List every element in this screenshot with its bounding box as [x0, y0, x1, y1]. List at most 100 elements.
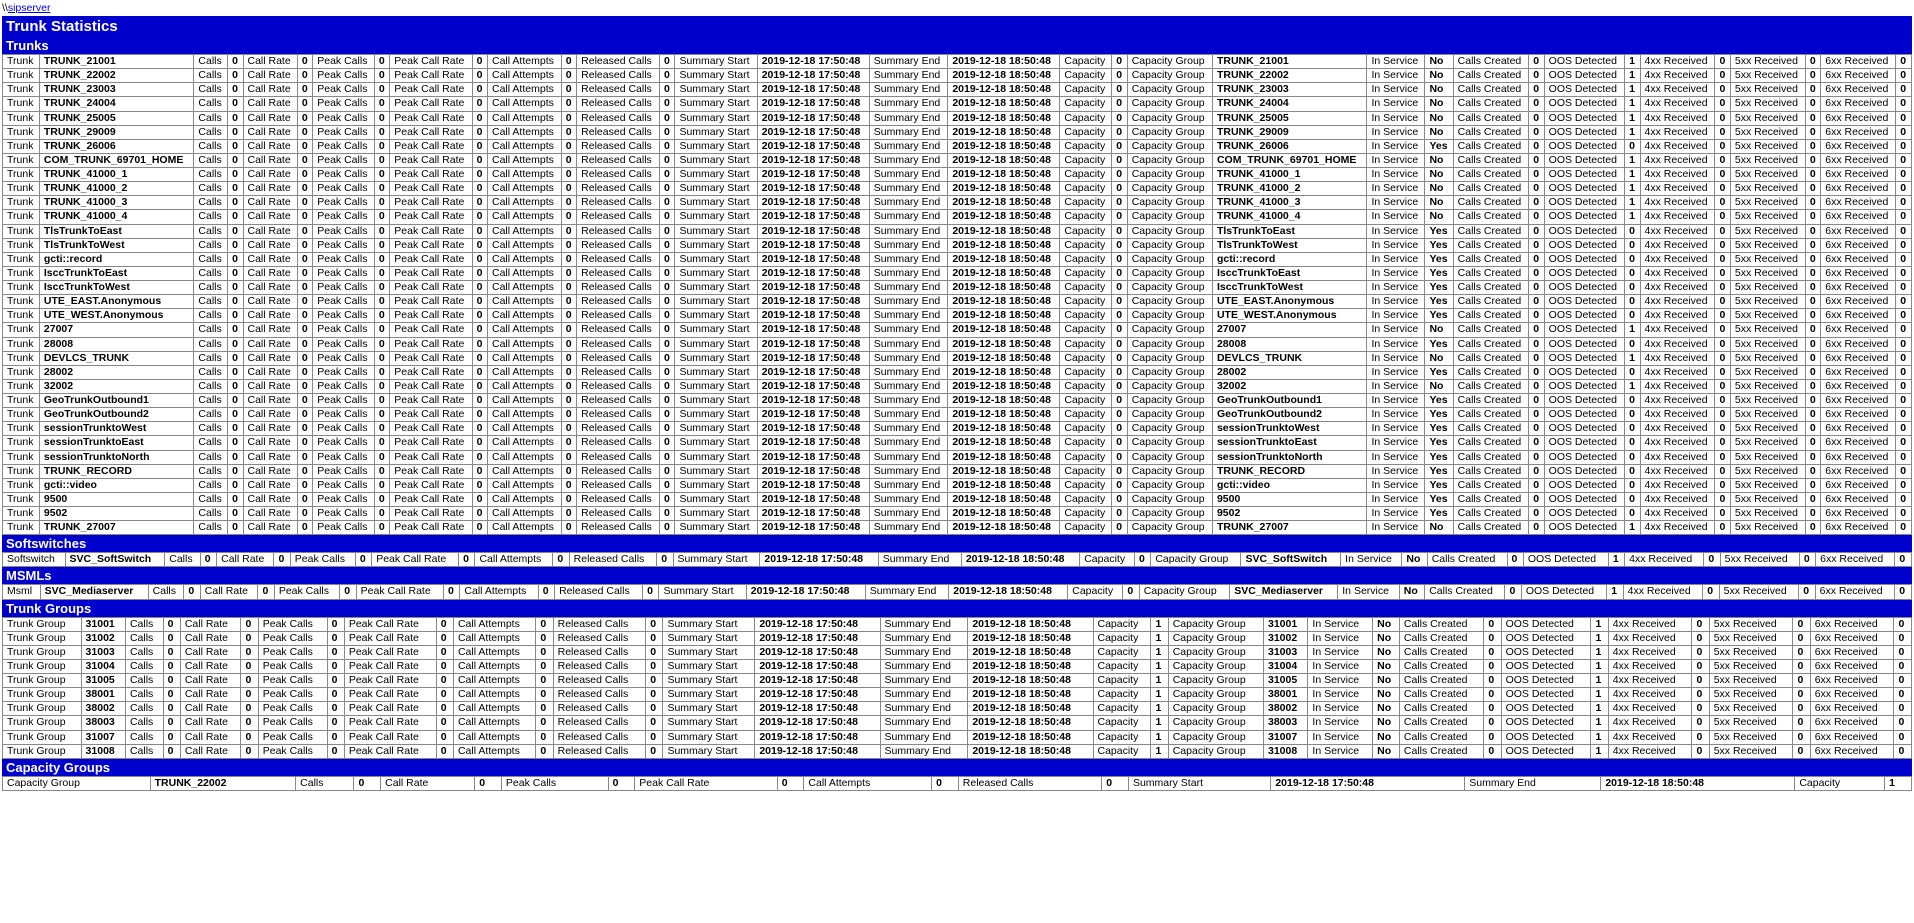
col-value: 0 — [297, 337, 312, 351]
col-label: OOS Detected — [1544, 125, 1624, 139]
row-type-label: Trunk — [3, 408, 40, 422]
col-label: 5xx Received — [1720, 553, 1799, 567]
summary-start: 2019-12-18 17:50:48 — [757, 153, 869, 167]
col-value: 0 — [472, 464, 487, 478]
calls-created-value: 0 — [1529, 408, 1544, 422]
col-value: 0 — [374, 492, 389, 506]
col-label: Capacity Group — [1168, 730, 1263, 744]
col-value: 0 — [1715, 351, 1730, 365]
col-label: Calls — [194, 408, 228, 422]
col-value: 0 — [327, 688, 344, 702]
capacity-value: 1 — [1151, 744, 1168, 758]
summary-start: 2019-12-18 17:50:48 — [757, 436, 869, 450]
col-label: Calls — [194, 196, 228, 210]
row-name: TRUNK_41000_2 — [39, 182, 194, 196]
col-value: 0 — [1793, 617, 1810, 631]
col-label: 6xx Received — [1821, 323, 1896, 337]
col-label: Capacity Group — [1139, 585, 1230, 599]
col-value: 0 — [561, 238, 576, 252]
col-value: 0 — [1805, 309, 1820, 323]
col-value: 0 — [1793, 674, 1810, 688]
col-label: Released Calls — [553, 702, 646, 716]
summary-end: 2019-12-18 18:50:48 — [948, 210, 1060, 224]
row-type-label: Trunk Group — [3, 674, 82, 688]
in-service-value: No — [1425, 69, 1453, 83]
summary-end: 2019-12-18 18:50:48 — [948, 281, 1060, 295]
capacity-group-value: gcti::record — [1212, 252, 1367, 266]
col-label: OOS Detected — [1501, 674, 1591, 688]
col-label: Summary Start — [663, 730, 755, 744]
col-value: 0 — [561, 196, 576, 210]
col-label: Calls Created — [1453, 111, 1529, 125]
col-label: Peak Call Rate — [344, 716, 436, 730]
capacity-group-value: 9500 — [1212, 492, 1367, 506]
capacity-value: 0 — [1112, 379, 1127, 393]
col-label: Call Rate — [180, 674, 241, 688]
col-value: 0 — [228, 323, 243, 337]
capacity-group-value: TRUNK_24004 — [1212, 97, 1367, 111]
col-label: Call Rate — [243, 182, 297, 196]
breadcrumb-link[interactable]: sipserver — [8, 2, 51, 14]
col-label: 4xx Received — [1640, 182, 1715, 196]
col-label: Summary End — [869, 521, 948, 535]
table-row: TrunksessionTrunktoEastCalls0Call Rate0P… — [3, 436, 1912, 450]
capacity-value: 0 — [1112, 408, 1127, 422]
summary-end: 2019-12-18 18:50:48 — [948, 182, 1060, 196]
oos-value: 1 — [1625, 125, 1640, 139]
col-value: 0 — [1896, 309, 1912, 323]
col-label: In Service — [1367, 309, 1425, 323]
col-label: Call Attempts — [488, 238, 562, 252]
col-label: Calls — [194, 323, 228, 337]
col-value: 0 — [1805, 196, 1820, 210]
col-label: Capacity Group — [1168, 645, 1263, 659]
col-label: 4xx Received — [1608, 617, 1692, 631]
col-label: In Service — [1308, 744, 1373, 758]
summary-end: 2019-12-18 18:50:48 — [948, 492, 1060, 506]
capacity-group-value: sessionTrunktoEast — [1212, 436, 1367, 450]
col-label: Calls Created — [1453, 436, 1529, 450]
col-label: Calls Created — [1453, 210, 1529, 224]
col-label: Summary End — [869, 309, 948, 323]
col-value: 0 — [163, 674, 180, 688]
col-value: 0 — [646, 617, 663, 631]
calls-created-value: 0 — [1529, 422, 1544, 436]
col-value: 0 — [228, 139, 243, 153]
col-label: 6xx Received — [1821, 168, 1896, 182]
table-row: TrunkTRUNK_41000_4Calls0Call Rate0Peak C… — [3, 210, 1912, 224]
col-value: 0 — [374, 196, 389, 210]
col-label: Summary Start — [675, 323, 757, 337]
summary-start: 2019-12-18 17:50:48 — [757, 266, 869, 280]
summary-end: 2019-12-18 18:50:48 — [948, 153, 1060, 167]
col-value: 0 — [163, 645, 180, 659]
table-row: TrunkTRUNK_27007Calls0Call Rate0Peak Cal… — [3, 521, 1912, 535]
col-label: Call Attempts — [453, 730, 535, 744]
table-row: TrunkTlsTrunkToEastCalls0Call Rate0Peak … — [3, 224, 1912, 238]
summary-end: 2019-12-18 18:50:48 — [948, 139, 1060, 153]
col-label: Summary End — [869, 295, 948, 309]
col-label: Summary End — [880, 744, 968, 758]
col-label: Peak Call Rate — [390, 450, 472, 464]
col-value: 0 — [374, 69, 389, 83]
col-label: Peak Call Rate — [390, 309, 472, 323]
col-label: 5xx Received — [1709, 645, 1793, 659]
col-label: Summary End — [869, 168, 948, 182]
col-value: 0 — [1894, 702, 1912, 716]
table-row: TrunkTRUNK_23003Calls0Call Rate0Peak Cal… — [3, 83, 1912, 97]
col-label: Calls — [194, 422, 228, 436]
col-value: 0 — [1896, 238, 1912, 252]
col-label: Summary End — [869, 139, 948, 153]
in-service-value: No — [1425, 196, 1453, 210]
col-label: 4xx Received — [1608, 730, 1692, 744]
summary-start: 2019-12-18 17:50:48 — [757, 210, 869, 224]
in-service-value: No — [1373, 744, 1400, 758]
capacity-group-value: GeoTrunkOutbound1 — [1212, 394, 1367, 408]
capacity-value: 0 — [1112, 69, 1127, 83]
col-label: 6xx Received — [1821, 55, 1896, 69]
col-value: 0 — [444, 585, 460, 599]
col-label: 4xx Received — [1640, 281, 1715, 295]
col-label: 4xx Received — [1640, 55, 1715, 69]
col-value: 0 — [1793, 702, 1810, 716]
summary-start: 2019-12-18 17:50:48 — [757, 365, 869, 379]
col-value: 0 — [374, 337, 389, 351]
col-value: 0 — [660, 436, 675, 450]
